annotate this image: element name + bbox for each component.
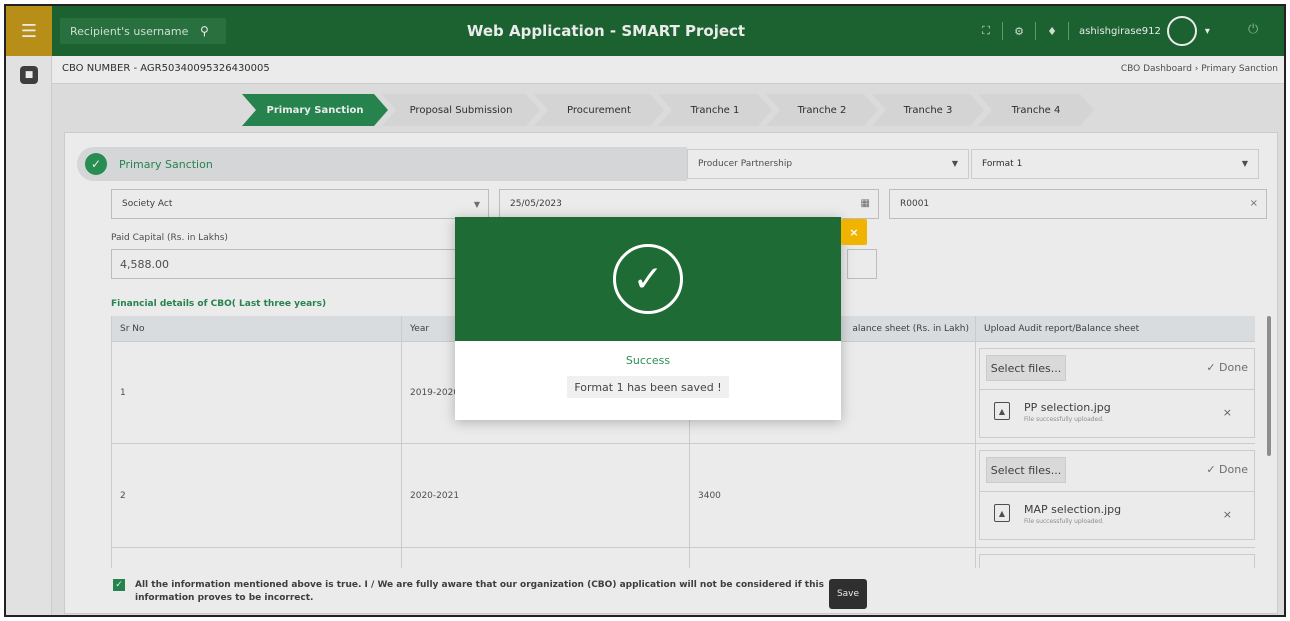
- check-circle-icon: ✓: [613, 244, 683, 314]
- modal-message: Format 1 has been saved !: [567, 376, 729, 398]
- app-window: ☰ ⚲ Web Application - SMART Project ⛶ ⚙ …: [4, 4, 1286, 617]
- success-modal: ✓ Success Format 1 has been saved !: [455, 217, 841, 420]
- modal-header: ✓: [455, 217, 841, 341]
- modal-title: Success: [625, 354, 671, 367]
- close-icon[interactable]: ×: [841, 219, 867, 245]
